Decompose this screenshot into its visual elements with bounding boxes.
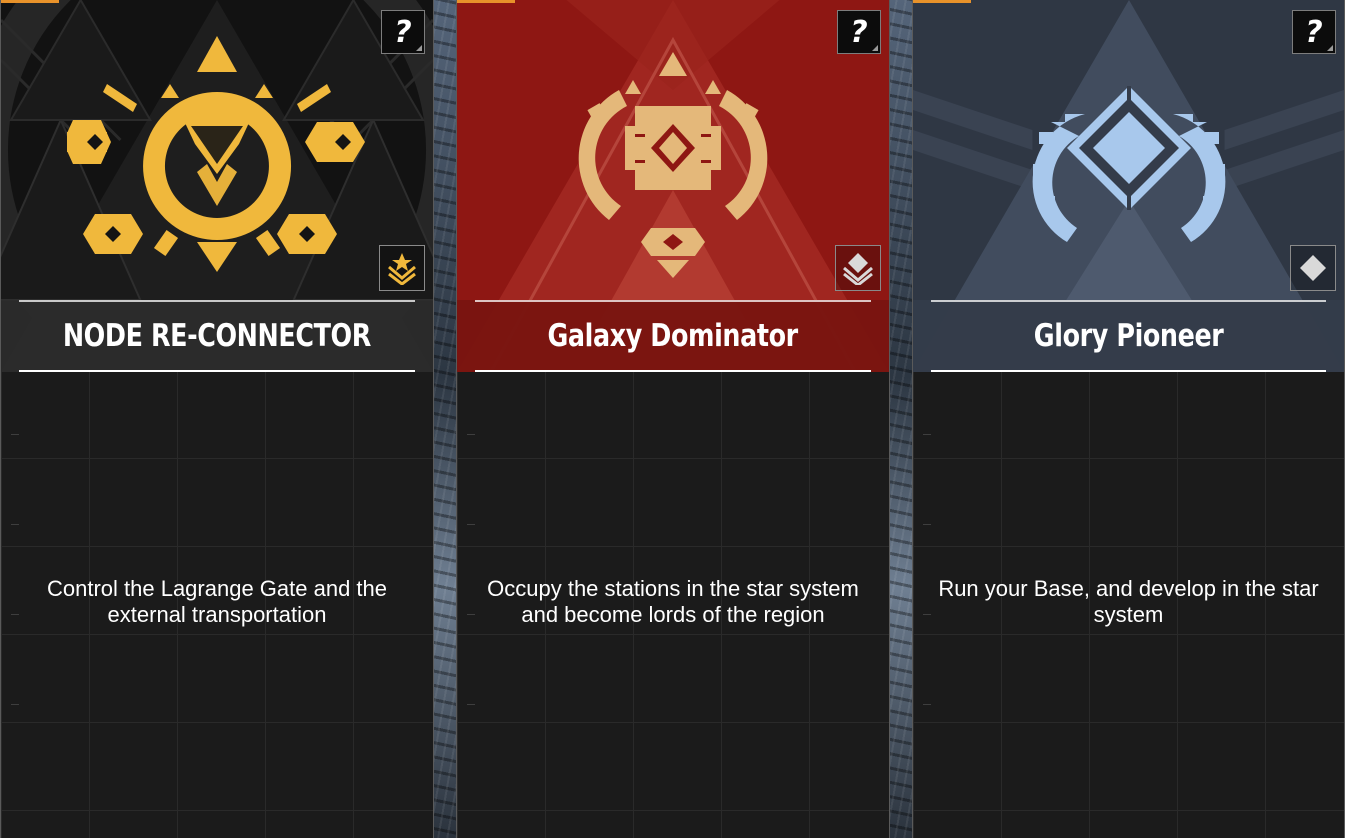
faction-card-glory-pioneer[interactable]: ? Glory Pioneer Run your Base, and devel… [912,0,1345,838]
grid-tick [467,614,475,615]
help-icon: ? [394,14,412,50]
card-banner: ? NODE RE-CONNECTOR [1,0,433,372]
card-body: Run your Base, and develop in the star s… [913,372,1344,838]
grid-tick [467,524,475,525]
faction-card-galaxy-dominator[interactable]: ? Galaxy Dominator Occupy the stations i… [456,0,890,838]
card-title: Glory Pioneer [1033,318,1224,354]
help-button[interactable]: ? [381,10,425,54]
diamond-gear-emblem-icon [1032,86,1225,242]
card-banner: ? Galaxy Dominator [457,0,889,372]
silver-chevron-diamond-icon [835,245,881,291]
card-body: Control the Lagrange Gate and the extern… [1,372,433,838]
grid-tick [11,704,19,705]
grid-tick [923,434,931,435]
gold-chevron-star-icon [379,245,425,291]
help-button[interactable]: ? [837,10,881,54]
faction-card-node-reconnector[interactable]: ? NODE RE-CONNECTOR Control the Lagrange… [0,0,434,838]
grid-tick [11,434,19,435]
silver-diamond-icon [1290,245,1336,291]
grid-tick [923,704,931,705]
grid-tick [467,704,475,705]
grid-tick [923,524,931,525]
card-description: Control the Lagrange Gate and the extern… [46,576,388,627]
help-icon: ? [1305,14,1323,50]
grid-tick [11,524,19,525]
triangle-gear-emblem-icon [67,36,365,272]
shield-gear-emblem-icon [578,52,768,278]
card-body: Occupy the stations in the star system a… [457,372,889,838]
grid-tick [11,614,19,615]
card-description: Run your Base, and develop in the star s… [938,576,1319,627]
card-title: NODE RE-CONNECTOR [62,318,372,354]
card-banner: ? Glory Pioneer [913,0,1344,372]
accent-bar [1,0,59,3]
title-band: Galaxy Dominator [457,300,889,372]
card-description: Occupy the stations in the star system a… [487,576,859,627]
card-title: Galaxy Dominator [547,318,799,354]
accent-bar [457,0,515,3]
accent-bar [913,0,971,3]
title-band: Glory Pioneer [913,300,1344,372]
grid-tick [467,434,475,435]
help-button[interactable]: ? [1292,10,1336,54]
help-icon: ? [850,14,868,50]
grid-tick [923,614,931,615]
title-band: NODE RE-CONNECTOR [1,300,433,372]
